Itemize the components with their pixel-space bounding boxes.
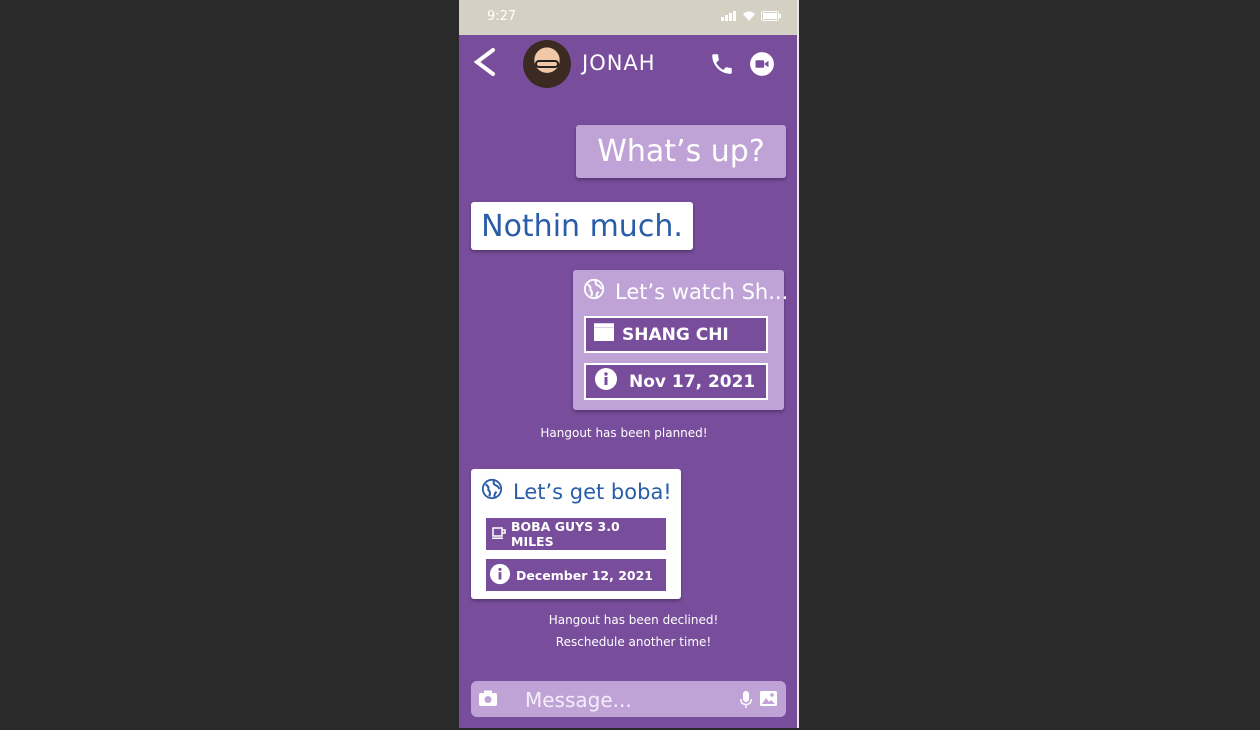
info-icon xyxy=(489,563,511,588)
battery-icon xyxy=(761,11,781,21)
hangout-date: December 12, 2021 xyxy=(516,567,653,583)
message-input[interactable] xyxy=(523,685,727,715)
outgoing-message[interactable]: What’s up? xyxy=(576,125,786,178)
info-icon xyxy=(594,367,618,396)
movie-title: SHANG CHI xyxy=(622,324,729,345)
hangout-title: Let’s get boba! xyxy=(513,479,672,504)
hangout-card-received[interactable]: Let’s get boba! BOBA GUYS 3.0 MILES Dece… xyxy=(471,469,681,599)
phone-icon[interactable] xyxy=(709,51,735,77)
status-bar: 9:27 xyxy=(459,0,797,35)
contact-name: JONAH xyxy=(582,51,656,75)
movie-row[interactable]: SHANG CHI xyxy=(584,316,768,353)
hangout-date: Nov 17, 2021 xyxy=(629,371,756,392)
phone-screen: 9:27 JONAH What’s up? Nothin much. Let’s… xyxy=(459,0,799,728)
globe-icon xyxy=(481,478,503,505)
back-arrow-icon[interactable] xyxy=(471,47,499,77)
wifi-icon xyxy=(742,11,756,21)
hangout-status: Hangout has been declined! xyxy=(548,613,719,627)
hangout-title: Let’s watch Sh... xyxy=(615,279,789,304)
camera-icon[interactable] xyxy=(479,690,497,710)
hangout-status-hint: Reschedule another time! xyxy=(555,635,712,649)
status-time: 9:27 xyxy=(487,9,517,24)
date-row[interactable]: December 12, 2021 xyxy=(486,559,666,591)
incoming-message[interactable]: Nothin much. xyxy=(471,202,693,250)
coffee-cup-icon xyxy=(492,526,506,542)
date-row[interactable]: Nov 17, 2021 xyxy=(584,363,768,400)
hangout-status: Hangout has been planned! xyxy=(540,426,708,440)
globe-icon xyxy=(583,278,605,305)
message-composer xyxy=(471,681,786,717)
signal-icon xyxy=(721,11,737,21)
place-name: BOBA GUYS 3.0 MILES xyxy=(511,519,620,549)
avatar[interactable] xyxy=(523,40,571,88)
video-call-icon[interactable] xyxy=(749,51,775,77)
image-icon[interactable] xyxy=(760,691,777,710)
hangout-card-sent[interactable]: Let’s watch Sh... SHANG CHI Nov 17, 2021 xyxy=(573,270,788,410)
chat-header: JONAH xyxy=(459,35,797,97)
clapperboard-icon xyxy=(593,323,615,346)
microphone-icon[interactable] xyxy=(740,691,752,712)
place-row[interactable]: BOBA GUYS 3.0 MILES xyxy=(486,518,666,550)
